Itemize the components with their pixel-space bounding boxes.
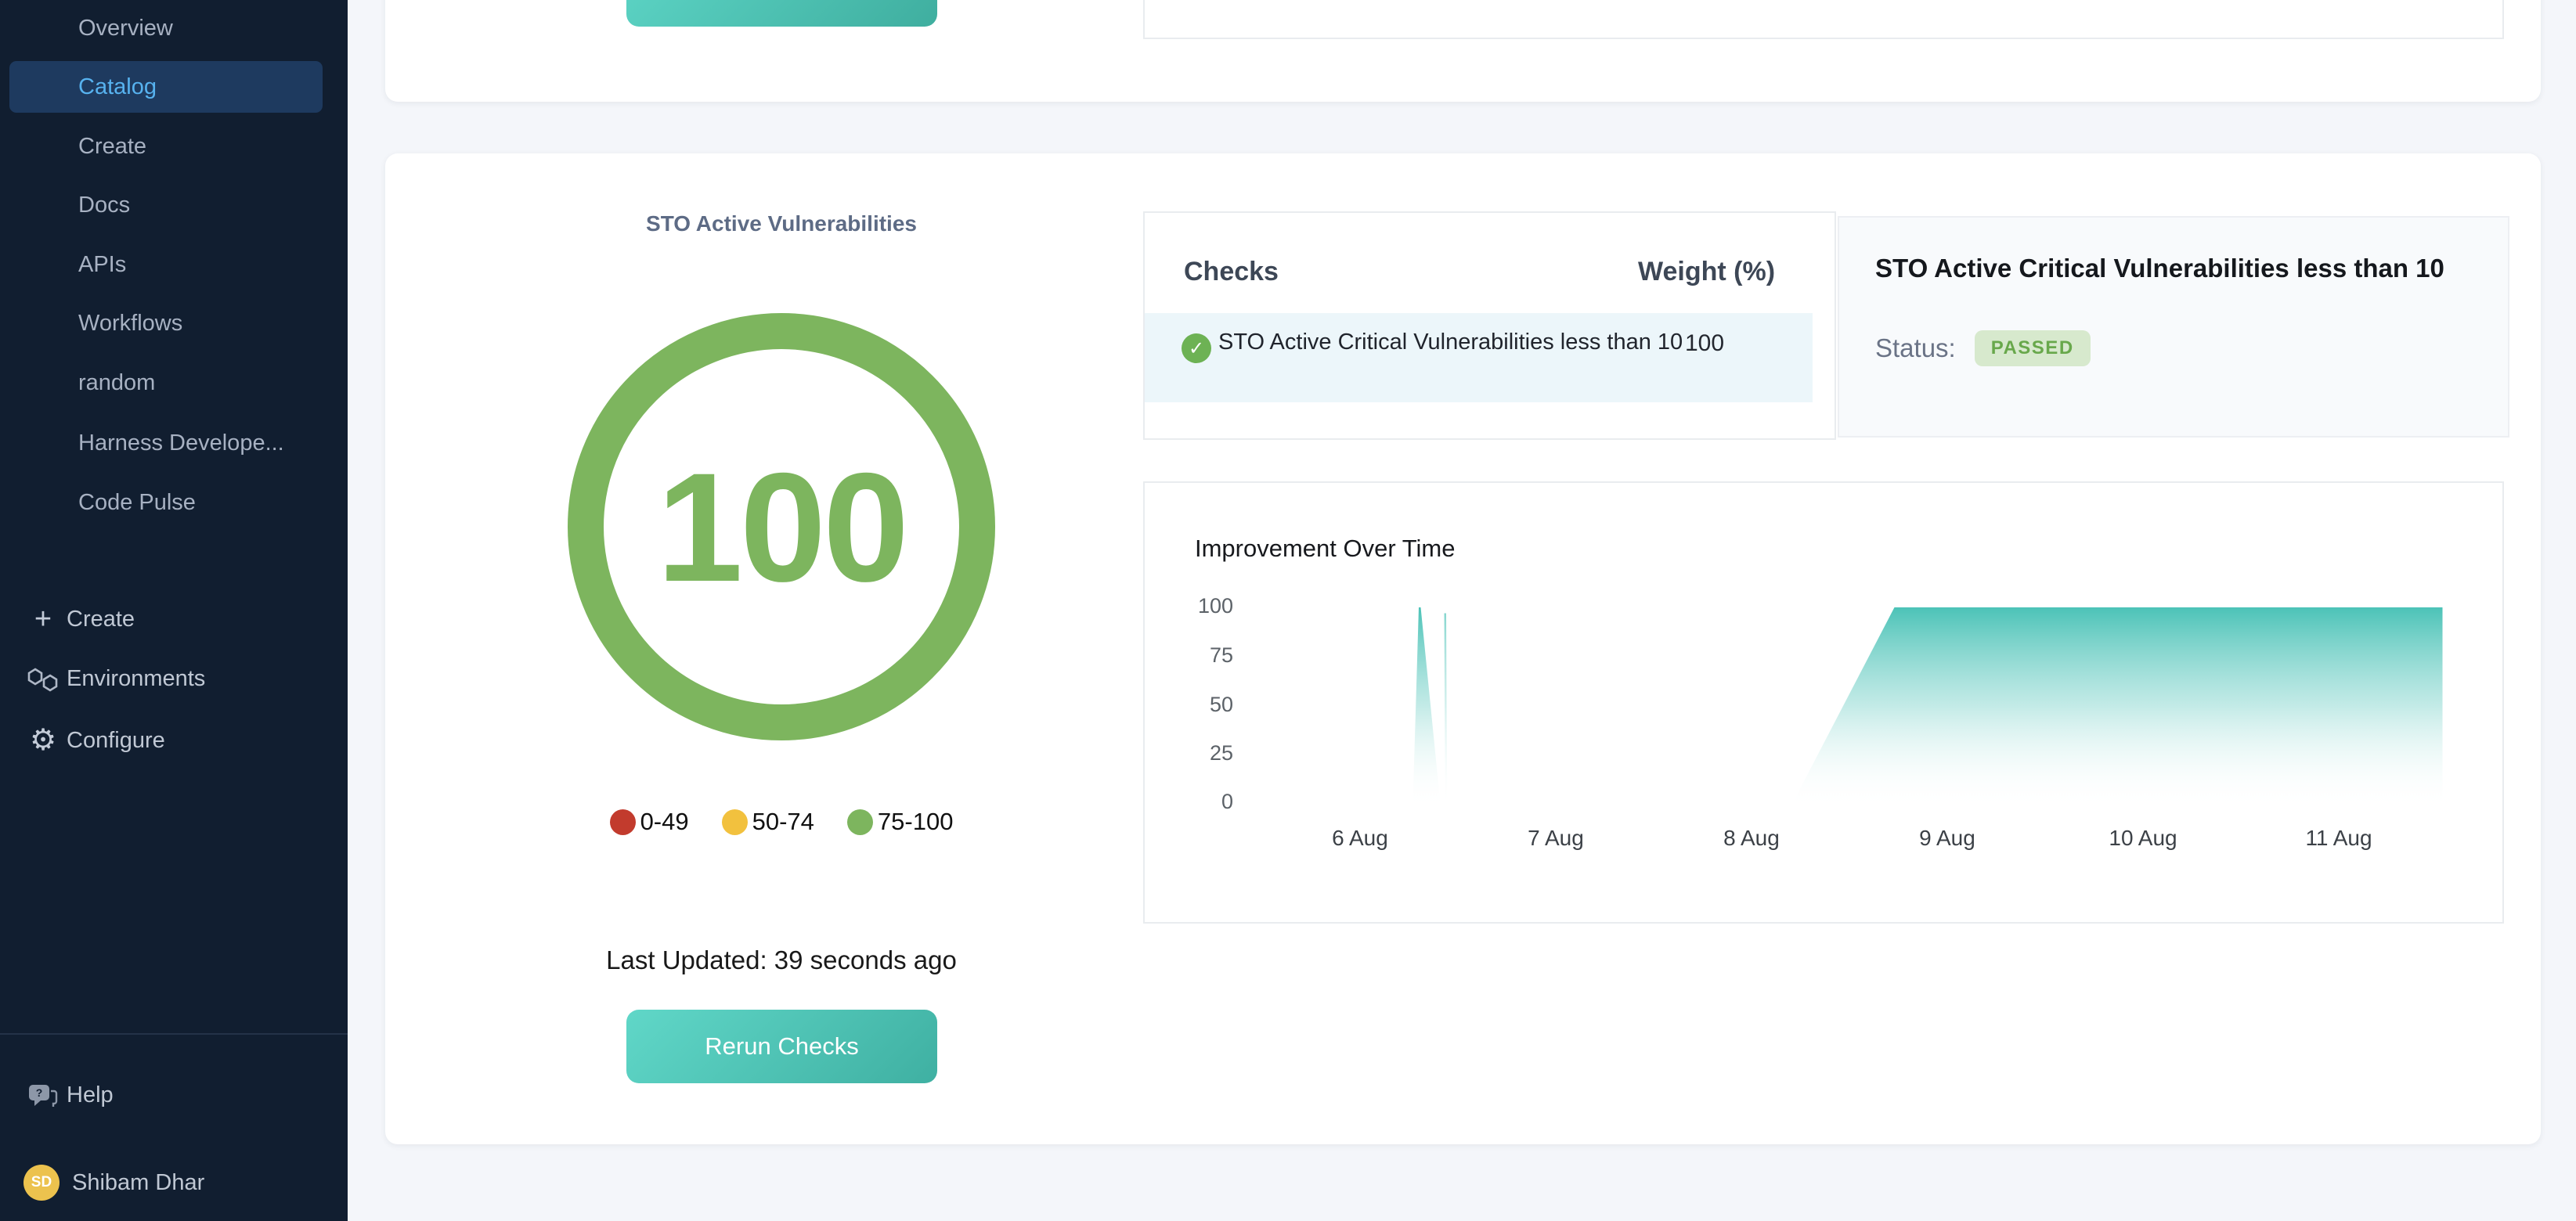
- checks-column-header: Checks: [1184, 257, 1279, 287]
- score-gauge: 100: [568, 313, 995, 740]
- legend-label-high: 75-100: [878, 808, 954, 836]
- legend-dot-green: [847, 809, 873, 835]
- gear-icon: ⚙: [26, 722, 60, 758]
- previous-checks-panel: [1143, 0, 2504, 39]
- legend-dot-red: [610, 809, 636, 835]
- legend-item-low: 0-49: [610, 808, 689, 836]
- last-updated-text: Last Updated: 39 seconds ago: [468, 945, 1095, 975]
- svg-text:?: ?: [36, 1086, 43, 1099]
- score-legend: 0-49 50-74 75-100: [468, 808, 1095, 836]
- scorecard-title: STO Active Vulnerabilities: [468, 211, 1095, 236]
- sidebar-action-configure[interactable]: ⚙ Configure: [0, 722, 348, 758]
- status-label: Status:: [1875, 333, 1956, 363]
- legend-dot-yellow: [722, 809, 748, 835]
- check-weight-value: 100: [1685, 330, 1724, 357]
- sidebar-help[interactable]: ? Help: [0, 1077, 348, 1113]
- check-name: STO Active Critical Vulnerabilities less…: [1218, 327, 1699, 358]
- sidebar-action-environments[interactable]: Environments: [0, 661, 348, 697]
- sidebar-item-apis[interactable]: APIs: [0, 247, 348, 282]
- sidebar-item-code-pulse[interactable]: Code Pulse: [0, 485, 348, 520]
- sidebar-divider: [0, 1033, 348, 1035]
- legend-label-low: 0-49: [640, 808, 689, 836]
- sidebar-item-random[interactable]: random: [0, 366, 348, 400]
- environments-icon: [26, 661, 60, 697]
- checks-panel: Checks Weight (%) ✓ STO Active Critical …: [1143, 211, 1836, 440]
- user-avatar[interactable]: SD: [23, 1165, 60, 1201]
- help-label: Help: [67, 1077, 114, 1113]
- create-action-label: Create: [67, 601, 135, 637]
- check-table-row[interactable]: ✓ STO Active Critical Vulnerabilities le…: [1145, 313, 1813, 402]
- status-badge: PASSED: [1975, 330, 2091, 366]
- weight-column-header: Weight (%): [1638, 257, 1775, 287]
- improvement-chart-panel: Improvement Over Time 100 75 50 25 0 6 A…: [1143, 481, 2504, 924]
- sidebar: Overview Catalog Create Docs APIs Workfl…: [0, 0, 348, 1221]
- help-icon: ?: [26, 1077, 60, 1113]
- sidebar-action-create[interactable]: + Create: [0, 601, 348, 637]
- status-row: Status: PASSED: [1875, 330, 2091, 366]
- configure-action-label: Configure: [67, 722, 165, 758]
- screen: Overview Catalog Create Docs APIs Workfl…: [0, 0, 2576, 1221]
- sidebar-item-create[interactable]: Create: [0, 129, 348, 164]
- legend-item-high: 75-100: [847, 808, 954, 836]
- previous-rerun-checks-button[interactable]: [626, 0, 937, 27]
- sidebar-item-docs[interactable]: Docs: [0, 188, 348, 222]
- score-value: 100: [657, 438, 906, 616]
- sidebar-item-workflows[interactable]: Workflows: [0, 306, 348, 340]
- scorecard-card: STO Active Vulnerabilities 100 0-49 50-7…: [385, 153, 2541, 1144]
- environments-action-label: Environments: [67, 661, 205, 697]
- legend-label-mid: 50-74: [752, 808, 814, 836]
- sidebar-item-catalog[interactable]: Catalog: [9, 61, 323, 113]
- plus-icon: +: [26, 601, 60, 637]
- check-detail-title: STO Active Critical Vulnerabilities less…: [1875, 254, 2444, 283]
- check-detail-panel: STO Active Critical Vulnerabilities less…: [1838, 216, 2509, 438]
- rerun-checks-button[interactable]: Rerun Checks: [626, 1010, 937, 1083]
- sidebar-item-overview[interactable]: Overview: [0, 11, 348, 45]
- improvement-area-chart: [1145, 483, 2502, 922]
- legend-item-mid: 50-74: [722, 808, 814, 836]
- user-name[interactable]: Shibam Dhar: [72, 1165, 204, 1201]
- sidebar-item-harness-developer[interactable]: Harness Develope...: [0, 426, 348, 460]
- check-passed-icon: ✓: [1182, 333, 1211, 363]
